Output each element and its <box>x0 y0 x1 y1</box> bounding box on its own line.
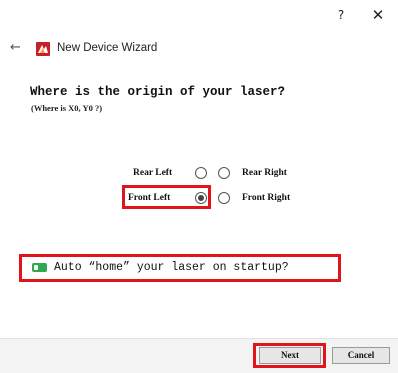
rear-right-label: Rear Right <box>242 168 287 178</box>
title-bar: ? ✕ <box>0 0 398 30</box>
toggle-knob <box>34 265 38 270</box>
back-arrow-icon[interactable]: ← <box>10 41 24 55</box>
auto-home-label: Auto “home” your laser on startup? <box>54 261 289 274</box>
lightburn-logo-icon <box>36 41 50 56</box>
close-button[interactable]: ✕ <box>369 6 387 24</box>
wizard-title: New Device Wizard <box>57 42 158 54</box>
help-button[interactable]: ? <box>333 6 349 24</box>
auto-home-toggle[interactable] <box>32 263 47 272</box>
wizard-header: ← New Device Wizard <box>10 38 157 58</box>
next-button[interactable]: Next <box>259 347 321 364</box>
front-right-radio[interactable] <box>218 192 230 204</box>
rear-right-radio[interactable] <box>218 167 230 179</box>
new-device-wizard-window: ? ✕ ← New Device Wizard Where is the ori… <box>0 0 398 373</box>
rear-left-radio[interactable] <box>195 167 207 179</box>
front-left-highlight-box <box>122 185 211 209</box>
cancel-button[interactable]: Cancel <box>332 347 390 364</box>
front-right-label: Front Right <box>242 193 291 203</box>
origin-subquestion: (Where is X0, Y0 ?) <box>31 103 103 113</box>
rear-left-label: Rear Left <box>133 168 173 178</box>
origin-question: Where is the origin of your laser? <box>30 85 286 99</box>
